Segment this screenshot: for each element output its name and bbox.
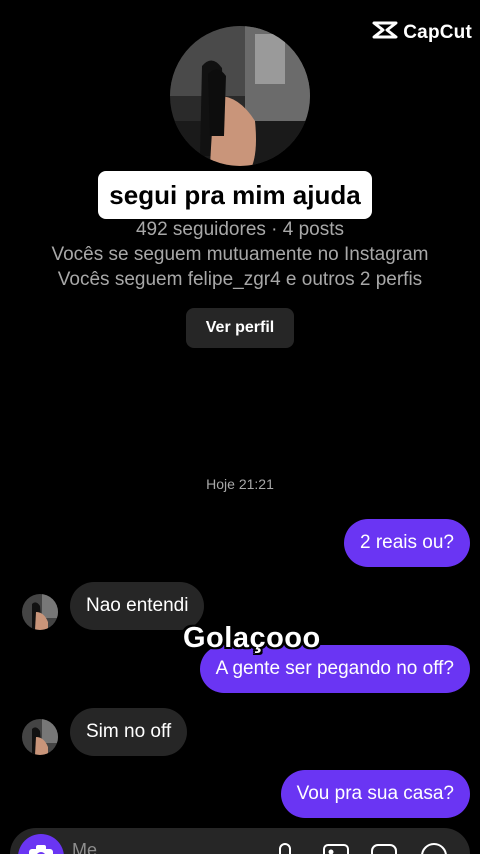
mutual-follow-text: Vocês se seguem mutuamente no Instagram — [51, 244, 429, 265]
capcut-logo-icon — [372, 20, 398, 45]
message-bubble-outgoing[interactable]: Vou pra sua casa? — [280, 770, 470, 818]
profile-stats: 492 seguidores · 4 posts — [135, 219, 345, 240]
camera-icon — [28, 844, 54, 854]
sender-avatar[interactable] — [22, 719, 58, 755]
thread-timestamp: Hoje 21:21 — [206, 476, 274, 492]
capcut-watermark: CapCut — [372, 20, 472, 45]
profile-name: segui pra mim ajuda — [98, 171, 372, 219]
message-input[interactable] — [72, 838, 252, 854]
plus-icon[interactable] — [420, 842, 448, 854]
image-icon[interactable] — [322, 842, 350, 854]
profile-avatar[interactable] — [170, 26, 310, 166]
watermark-text: CapCut — [403, 21, 472, 43]
sender-avatar[interactable] — [22, 594, 58, 630]
sticker-icon[interactable] — [370, 842, 398, 854]
microphone-icon[interactable] — [274, 842, 296, 854]
message-bubble-incoming[interactable]: Sim no off — [70, 708, 188, 756]
video-overlay-caption: Golaçooo — [183, 622, 321, 654]
followed-by-text: Vocês seguem felipe_zgr4 e outros 2 perf… — [57, 269, 423, 290]
message-bubble-outgoing[interactable]: 2 reais ou? — [343, 519, 470, 567]
view-profile-button[interactable]: Ver perfil — [186, 308, 294, 348]
